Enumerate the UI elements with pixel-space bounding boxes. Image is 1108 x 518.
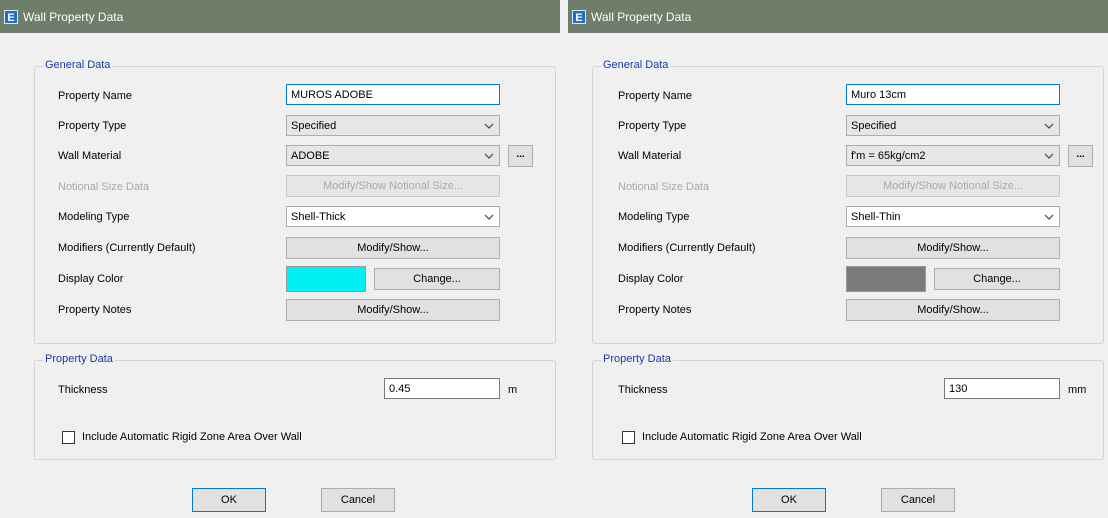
- thickness-input[interactable]: [944, 378, 1060, 399]
- dialog-title: Wall Property Data: [591, 9, 692, 24]
- property-data-label: Property Data: [43, 353, 115, 365]
- cancel-button[interactable]: Cancel: [321, 488, 395, 512]
- property-type-label: Property Type: [58, 120, 127, 132]
- property-data-group: Property Data: [34, 353, 556, 460]
- dialog-title: Wall Property Data: [23, 9, 124, 24]
- material-browse-button[interactable]: ...: [508, 145, 533, 167]
- chevron-down-icon: [484, 123, 494, 129]
- display-color-label: Display Color: [58, 273, 124, 285]
- notional-size-label: Notional Size Data: [618, 181, 710, 193]
- general-data-label: General Data: [43, 59, 113, 71]
- property-name-label: Property Name: [618, 90, 692, 102]
- rigid-zone-checkbox[interactable]: [622, 431, 635, 444]
- modifiers-button[interactable]: Modify/Show...: [286, 237, 500, 259]
- property-type-value: Specified: [851, 119, 897, 132]
- modeling-type-value: Shell-Thin: [851, 210, 901, 223]
- chevron-down-icon: [1044, 214, 1054, 220]
- wall-material-label: Wall Material: [618, 150, 682, 162]
- wall-property-dialog-left: E Wall Property Data General Data Proper…: [0, 0, 560, 518]
- property-name-input[interactable]: [286, 84, 500, 105]
- rigid-zone-checkbox[interactable]: [62, 431, 75, 444]
- title-bar[interactable]: E Wall Property Data: [568, 0, 1108, 33]
- modeling-type-select[interactable]: Shell-Thin: [846, 206, 1060, 227]
- property-type-value: Specified: [291, 119, 337, 132]
- modeling-type-label: Modeling Type: [618, 211, 690, 223]
- wall-material-select[interactable]: f'm = 65kg/cm2: [846, 145, 1060, 166]
- change-color-button[interactable]: Change...: [374, 268, 500, 290]
- display-color-swatch[interactable]: [286, 266, 366, 292]
- display-color-swatch[interactable]: [846, 266, 926, 292]
- chevron-down-icon: [484, 214, 494, 220]
- wall-material-value: f'm = 65kg/cm2: [851, 149, 926, 162]
- material-browse-button[interactable]: ...: [1068, 145, 1093, 167]
- wall-property-dialog-right: E Wall Property Data General Data Proper…: [568, 0, 1108, 518]
- modeling-type-value: Shell-Thick: [291, 210, 346, 223]
- rigid-zone-label: Include Automatic Rigid Zone Area Over W…: [642, 431, 862, 443]
- modifiers-label: Modifiers (Currently Default): [58, 242, 196, 254]
- property-type-select[interactable]: Specified: [846, 115, 1060, 136]
- chevron-down-icon: [1044, 123, 1054, 129]
- property-data-group: Property Data: [592, 353, 1104, 460]
- modeling-type-label: Modeling Type: [58, 211, 130, 223]
- etabs-app-icon: E: [4, 9, 18, 24]
- wall-material-select[interactable]: ADOBE: [286, 145, 500, 166]
- etabs-app-icon: E: [572, 9, 586, 24]
- ok-button[interactable]: OK: [192, 488, 266, 512]
- thickness-input[interactable]: [384, 378, 500, 399]
- modifiers-button[interactable]: Modify/Show...: [846, 237, 1060, 259]
- title-bar[interactable]: E Wall Property Data: [0, 0, 560, 33]
- property-notes-button[interactable]: Modify/Show...: [846, 299, 1060, 321]
- property-type-select[interactable]: Specified: [286, 115, 500, 136]
- cancel-button[interactable]: Cancel: [881, 488, 955, 512]
- property-type-label: Property Type: [618, 120, 687, 132]
- display-color-label: Display Color: [618, 273, 684, 285]
- rigid-zone-label: Include Automatic Rigid Zone Area Over W…: [82, 431, 302, 443]
- thickness-unit: m: [508, 384, 518, 396]
- chevron-down-icon: [1044, 153, 1054, 159]
- property-notes-label: Property Notes: [618, 304, 692, 316]
- chevron-down-icon: [484, 153, 494, 159]
- wall-material-label: Wall Material: [58, 150, 122, 162]
- property-notes-button[interactable]: Modify/Show...: [286, 299, 500, 321]
- notional-size-button[interactable]: Modify/Show Notional Size...: [846, 175, 1060, 197]
- notional-size-button[interactable]: Modify/Show Notional Size...: [286, 175, 500, 197]
- modeling-type-select[interactable]: Shell-Thick: [286, 206, 500, 227]
- thickness-label: Thickness: [58, 384, 108, 396]
- change-color-button[interactable]: Change...: [934, 268, 1060, 290]
- property-data-label: Property Data: [601, 353, 673, 365]
- ok-button[interactable]: OK: [752, 488, 826, 512]
- property-name-input[interactable]: [846, 84, 1060, 105]
- notional-size-label: Notional Size Data: [58, 181, 150, 193]
- thickness-label: Thickness: [618, 384, 668, 396]
- property-name-label: Property Name: [58, 90, 132, 102]
- property-notes-label: Property Notes: [58, 304, 132, 316]
- general-data-label: General Data: [601, 59, 671, 71]
- thickness-unit: mm: [1068, 384, 1087, 396]
- modifiers-label: Modifiers (Currently Default): [618, 242, 756, 254]
- wall-material-value: ADOBE: [291, 149, 330, 162]
